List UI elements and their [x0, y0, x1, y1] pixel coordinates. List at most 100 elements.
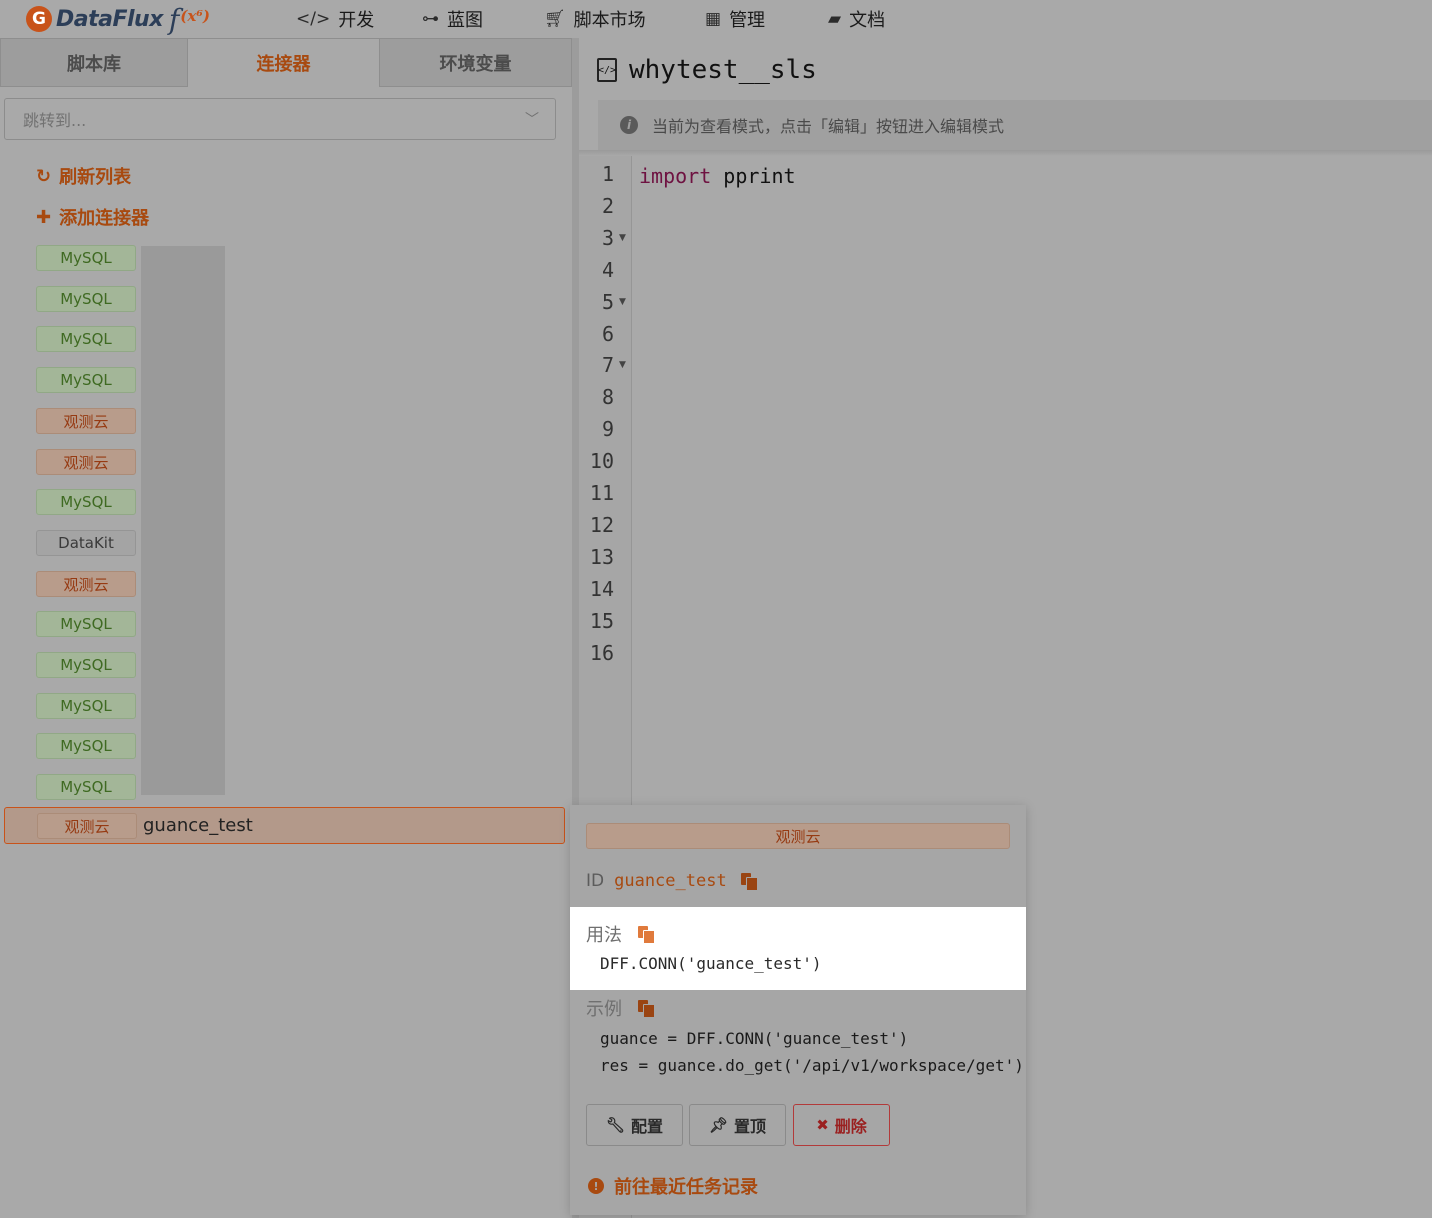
- redacted-names: [141, 246, 225, 795]
- config-label: 配置: [631, 1117, 664, 1136]
- line-number: 12: [589, 512, 614, 537]
- nav-label: 文档: [849, 10, 886, 31]
- pin-label: 置顶: [734, 1117, 767, 1136]
- code-line-1[interactable]: import pprint: [639, 160, 796, 192]
- config-button[interactable]: 🔧︎ 配置: [586, 1104, 683, 1146]
- copy-usage-icon[interactable]: [638, 926, 655, 944]
- refresh-label: 刷新列表: [59, 167, 132, 188]
- connector-row[interactable]: MySQL: [36, 693, 136, 719]
- delete-button[interactable]: ✖ 删除: [793, 1104, 890, 1146]
- connector-row[interactable]: 观测云: [36, 408, 136, 434]
- line-number: 14: [589, 576, 614, 601]
- nav-item-dev[interactable]: </> 开发: [296, 6, 374, 32]
- id-value: guance_test: [614, 871, 727, 891]
- fold-arrow-icon[interactable]: ▼: [619, 222, 626, 254]
- pin-button[interactable]: 📌︎ 置顶: [689, 1104, 786, 1146]
- code-file-icon: </>: [597, 58, 617, 82]
- view-mode-notice: i 当前为查看模式，点击「编辑」按钮进入编辑模式: [598, 100, 1432, 150]
- nav-item-market[interactable]: 🛒︎ 脚本市场: [544, 6, 646, 32]
- line-number: 10: [589, 449, 614, 474]
- connector-type-badge: MySQL: [36, 286, 136, 312]
- info-icon: !: [588, 1178, 604, 1194]
- jump-placeholder: 跳转到...: [23, 111, 87, 130]
- add-connector-button[interactable]: ✚ 添加连接器: [36, 203, 149, 231]
- connector-type-badge: 观测云: [37, 813, 137, 839]
- connector-row[interactable]: MySQL: [36, 245, 136, 271]
- example-code-line-1: guance = DFF.CONN('guance_test'): [600, 1029, 909, 1048]
- connector-type-badge: MySQL: [36, 367, 136, 393]
- connector-name: guance_test: [143, 815, 253, 836]
- connector-row[interactable]: MySQL: [36, 326, 136, 352]
- refresh-list-button[interactable]: ↻ 刷新列表: [36, 162, 131, 190]
- code-icon: </>: [296, 9, 331, 29]
- connector-type-badge: MySQL: [36, 611, 136, 637]
- fold-arrow-icon[interactable]: ▼: [619, 286, 626, 318]
- nav-item-manage[interactable]: ▦ 管理: [705, 6, 765, 32]
- recent-tasks-link[interactable]: ! 前往最近任务记录: [588, 1173, 758, 1199]
- notice-text: 当前为查看模式，点击「编辑」按钮进入编辑模式: [652, 117, 1005, 136]
- connector-row[interactable]: MySQL: [36, 367, 136, 393]
- nav-label: 蓝图: [447, 10, 483, 31]
- nav-item-docs[interactable]: ▰ 文档: [828, 6, 885, 32]
- connector-type-badge: 观测云: [36, 571, 136, 597]
- connector-row[interactable]: DataKit: [36, 530, 136, 556]
- nav-item-blueprint[interactable]: ⊶ 蓝图: [422, 6, 483, 32]
- recent-label: 前往最近任务记录: [614, 1177, 758, 1198]
- example-label-row: 示例: [586, 995, 655, 1021]
- fold-arrow-icon[interactable]: ▼: [619, 349, 626, 381]
- line-number: 4: [601, 257, 614, 282]
- cart-icon: 🛒︎: [544, 9, 566, 29]
- line-number: 8: [601, 385, 614, 410]
- line-number: 11: [589, 481, 614, 505]
- nav-label: 开发: [338, 10, 375, 31]
- jump-to-select[interactable]: 跳转到... ﹀: [4, 98, 556, 140]
- connector-row[interactable]: MySQL: [36, 652, 136, 678]
- wrench-icon: 🔧︎: [605, 1116, 626, 1134]
- line-number: 9: [601, 417, 614, 442]
- tab-connectors[interactable]: 连接器: [187, 38, 380, 87]
- info-icon: i: [620, 116, 638, 134]
- connector-row[interactable]: MySQL: [36, 489, 136, 515]
- connector-row[interactable]: MySQL: [36, 733, 136, 759]
- logo-fx: f: [168, 2, 180, 36]
- usage-label-row: 用法: [586, 921, 655, 947]
- nav-label: 管理: [729, 10, 766, 31]
- line-number: 7: [601, 353, 614, 378]
- tab-env-vars[interactable]: 环境变量: [379, 38, 572, 87]
- nav-label: 脚本市场: [573, 10, 646, 31]
- app-logo[interactable]: G DataFlux f (x⁶): [26, 2, 210, 36]
- connector-id-row: ID guance_test: [586, 869, 758, 893]
- connector-row[interactable]: 观测云: [36, 571, 136, 597]
- connector-row-selected[interactable]: 观测云 guance_test: [4, 807, 565, 844]
- connector-type-badge: 观测云: [36, 408, 136, 434]
- add-label: 添加连接器: [59, 208, 150, 229]
- connector-type-badge: MySQL: [36, 326, 136, 352]
- connector-type-badge: 观测云: [586, 823, 1010, 849]
- usage-section: 用法 DFF.CONN('guance_test'): [570, 907, 1026, 990]
- code-identifier: pprint: [723, 164, 796, 188]
- refresh-icon: ↻: [36, 165, 52, 187]
- connector-row[interactable]: MySQL: [36, 774, 136, 800]
- divider: [579, 150, 1432, 156]
- book-icon: ▰: [828, 9, 842, 29]
- connector-row[interactable]: MySQL: [36, 611, 136, 637]
- sidebar-tabs: 脚本库 连接器 环境变量: [0, 38, 572, 87]
- line-number: 2: [601, 193, 614, 218]
- line-number: 13: [589, 544, 614, 569]
- line-number: 5: [601, 289, 614, 314]
- connector-type-badge: MySQL: [36, 774, 136, 800]
- line-number: 15: [589, 608, 614, 633]
- connector-row[interactable]: MySQL: [36, 286, 136, 312]
- copy-example-icon[interactable]: [638, 1000, 655, 1018]
- copy-id-icon[interactable]: [740, 873, 758, 891]
- line-number: 6: [601, 321, 614, 346]
- connector-row[interactable]: 观测云: [36, 449, 136, 475]
- usage-label: 用法: [586, 925, 622, 946]
- example-label: 示例: [586, 999, 622, 1020]
- chevron-down-icon: ﹀: [525, 112, 539, 128]
- pin-icon: 📌︎: [708, 1116, 729, 1134]
- connector-type-badge: DataKit: [36, 530, 136, 556]
- tab-scripts[interactable]: 脚本库: [0, 38, 188, 87]
- blueprint-icon: ⊶: [422, 9, 439, 29]
- connector-type-badge: MySQL: [36, 245, 136, 271]
